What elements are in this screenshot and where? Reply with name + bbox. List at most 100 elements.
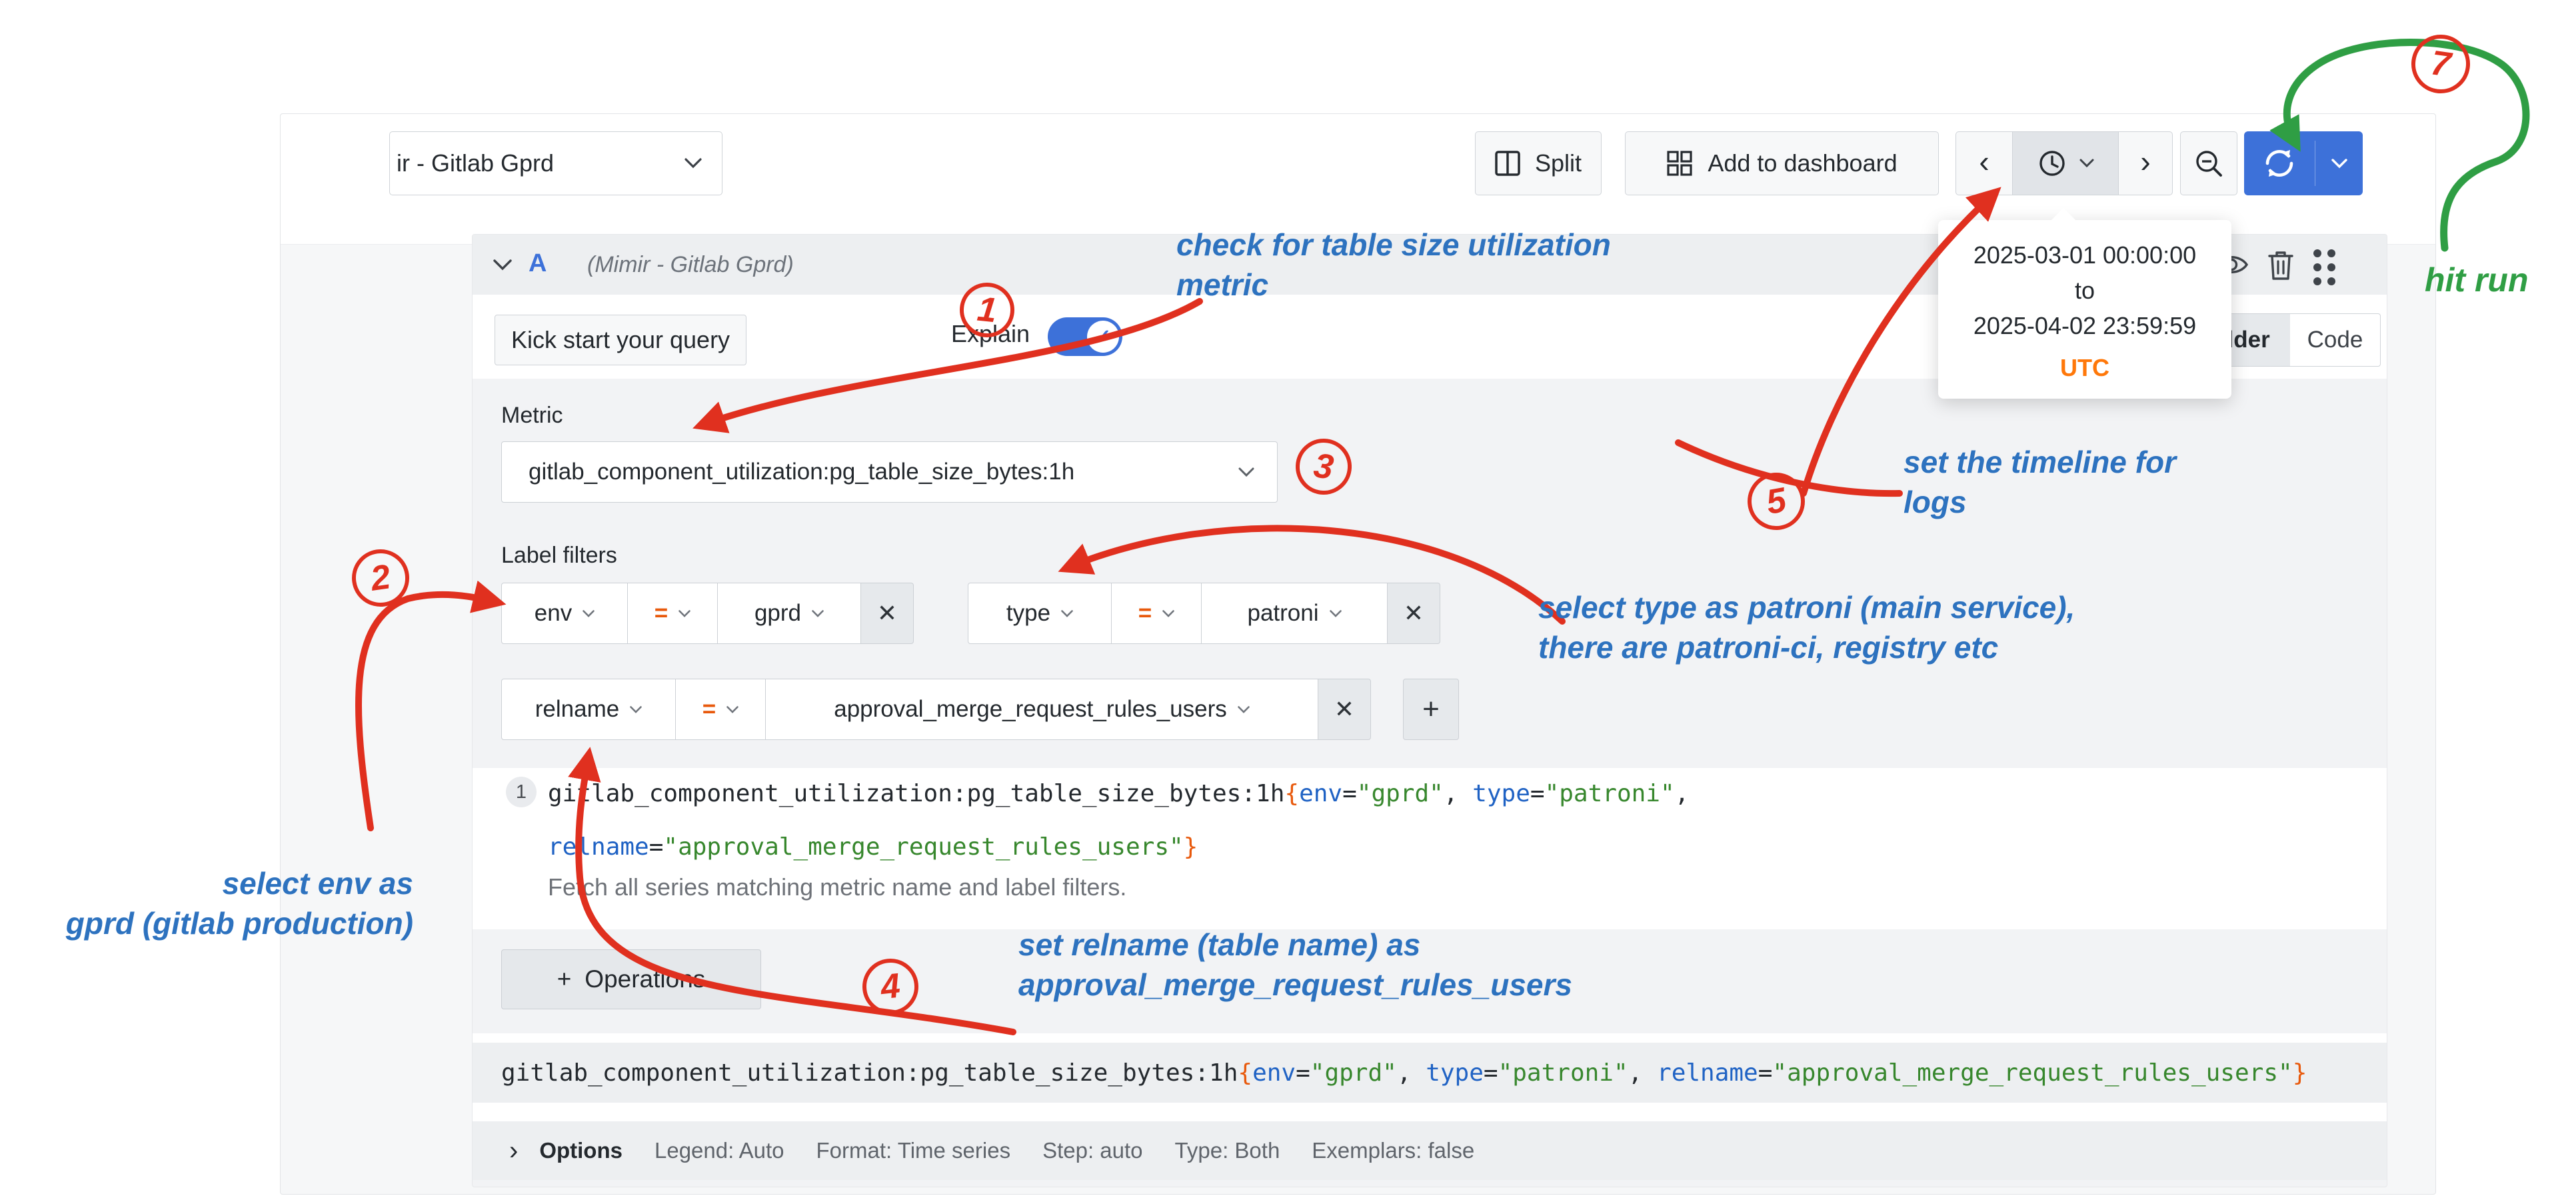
magnifier-minus-icon: [2193, 148, 2224, 179]
metric-field-label: Metric: [501, 403, 563, 429]
options-expand-chevron[interactable]: ›: [509, 1136, 518, 1166]
query-options-row: › Options Legend: Auto Format: Time seri…: [473, 1121, 2387, 1180]
option-legend: Legend: Auto: [654, 1138, 784, 1163]
query-datasource-hint: (Mimir - Gitlab Gprd): [587, 252, 794, 278]
explain-line-number: 1: [506, 777, 537, 807]
close-icon: ✕: [1404, 599, 1424, 627]
run-query-refresh[interactable]: [2244, 131, 2315, 195]
close-icon: ✕: [1334, 695, 1354, 723]
divider: [473, 1033, 2387, 1043]
code-tab[interactable]: Code: [2290, 314, 2380, 366]
run-interval-dropdown[interactable]: [2315, 131, 2363, 195]
filter-value: patroni: [1247, 600, 1318, 627]
metric-value: gitlab_component_utilization:pg_table_si…: [529, 459, 1074, 485]
grip-dot: [2327, 277, 2335, 285]
filter-operator-select[interactable]: =: [1111, 583, 1202, 644]
tooltip-to-word: to: [1938, 273, 2231, 308]
explain-code-line-1: gitlab_component_utilization:pg_table_si…: [548, 780, 1689, 807]
step-badge-7: 7: [2407, 31, 2473, 97]
remove-filter-button[interactable]: ✕: [860, 583, 914, 644]
annotated-grafana-screenshot: ir - Gitlab Gprd Split Add to dashboard …: [0, 0, 2576, 1204]
note-set-timeline: set the timeline for logs: [1904, 443, 2176, 523]
time-range-back-button[interactable]: ‹: [1955, 131, 2013, 195]
raw-query-text: gitlab_component_utilization:pg_table_si…: [501, 1059, 2307, 1087]
grip-dot: [2313, 249, 2321, 257]
chevron-down-icon: [1238, 467, 1254, 477]
add-to-dashboard-button[interactable]: Add to dashboard: [1625, 131, 1939, 195]
split-icon: [1495, 150, 1520, 177]
tooltip-timezone: UTC: [1938, 350, 2231, 385]
refresh-icon: [2261, 145, 2297, 181]
filter-value-select[interactable]: patroni: [1201, 583, 1388, 644]
grip-dot: [2327, 263, 2335, 271]
option-exemplars: Exemplars: false: [1312, 1138, 1474, 1163]
chevron-down-icon: [2079, 159, 2094, 168]
chevron-down-icon: [678, 610, 690, 617]
time-picker-group: ‹ ›: [1955, 131, 2173, 195]
filter-value-select[interactable]: approval_merge_request_rules_users: [765, 679, 1318, 740]
option-format: Format: Time series: [816, 1138, 1011, 1163]
filter-label: relname: [535, 696, 619, 723]
filter-operator-select[interactable]: =: [675, 679, 766, 740]
explain-toggle[interactable]: ✓: [1048, 317, 1122, 356]
chevron-down-icon: [1061, 610, 1073, 617]
filter-value: gprd: [754, 600, 801, 627]
split-button[interactable]: Split: [1475, 131, 1602, 195]
filter-operator: =: [1138, 600, 1152, 627]
time-range-tooltip: 2025-03-01 00:00:00 to 2025-04-02 23:59:…: [1938, 220, 2231, 399]
remove-filter-button[interactable]: ✕: [1387, 583, 1440, 644]
note-set-relname: set relname (table name) as approval_mer…: [1018, 925, 1572, 1005]
collapse-chevron-icon[interactable]: [493, 259, 513, 271]
chevron-down-icon: [684, 158, 702, 169]
label-filters-label: Label filters: [501, 543, 617, 569]
filter-label-select[interactable]: relname: [501, 679, 676, 740]
close-icon: ✕: [877, 599, 897, 627]
option-type: Type: Both: [1175, 1138, 1280, 1163]
tooltip-to: 2025-04-02 23:59:59: [1938, 308, 2231, 343]
time-range-picker-button[interactable]: [2012, 131, 2119, 195]
remove-filter-button[interactable]: ✕: [1318, 679, 1371, 740]
grip-dot: [2327, 249, 2335, 257]
plus-icon: +: [557, 965, 572, 993]
toggle-knob-check-icon: ✓: [1087, 321, 1119, 353]
explain-description: Fetch all series matching metric name an…: [548, 873, 1126, 901]
chevron-down-icon: [1162, 610, 1174, 617]
filter-value-select[interactable]: gprd: [717, 583, 861, 644]
filter-label-select[interactable]: env: [501, 583, 628, 644]
label-filter-row: relname = approval_merge_request_rules_u…: [501, 679, 1371, 740]
filter-label-select[interactable]: type: [968, 583, 1112, 644]
note-select-type: select type as patroni (main service), t…: [1538, 588, 2075, 668]
chevron-down-icon: [1238, 706, 1250, 713]
run-query-button[interactable]: [2244, 131, 2363, 195]
remove-query-button[interactable]: [2265, 248, 2296, 286]
query-ref-id: A: [529, 249, 547, 278]
metric-select[interactable]: gitlab_component_utilization:pg_table_si…: [501, 441, 1278, 503]
time-range-forward-button[interactable]: ›: [2118, 131, 2173, 195]
note-check-metric: check for table size utilization metric: [1176, 225, 1611, 305]
grip-dot: [2313, 263, 2321, 271]
add-filter-button[interactable]: +: [1403, 679, 1459, 740]
explain-panel: 1 gitlab_component_utilization:pg_table_…: [473, 768, 2387, 929]
chevron-left-icon: ‹: [1979, 146, 1989, 181]
split-label: Split: [1535, 149, 1582, 177]
filter-label: type: [1006, 600, 1050, 627]
operations-button[interactable]: + Operations: [501, 949, 761, 1009]
options-title[interactable]: Options: [539, 1138, 623, 1163]
chevron-down-icon: [1330, 610, 1342, 617]
datasource-picker[interactable]: ir - Gitlab Gprd: [389, 131, 722, 195]
filter-operator: =: [654, 600, 668, 627]
explain-code-line-2: relname="approval_merge_request_rules_us…: [548, 833, 1198, 861]
kick-start-label: Kick start your query: [511, 326, 730, 354]
kick-start-query-button[interactable]: Kick start your query: [495, 315, 746, 365]
tooltip-caret: [2050, 208, 2077, 221]
datasource-value: ir - Gitlab Gprd: [397, 149, 554, 177]
time-zoom-out-button[interactable]: [2180, 131, 2237, 195]
operations-label: Operations: [585, 965, 705, 993]
filter-operator-select[interactable]: =: [627, 583, 718, 644]
drag-handle[interactable]: [2313, 249, 2335, 285]
trash-icon: [2265, 248, 2296, 283]
filter-label: env: [535, 600, 572, 627]
dashboard-grid-icon: [1666, 150, 1693, 177]
chevron-down-icon: [812, 610, 824, 617]
plus-icon: +: [1422, 693, 1440, 726]
